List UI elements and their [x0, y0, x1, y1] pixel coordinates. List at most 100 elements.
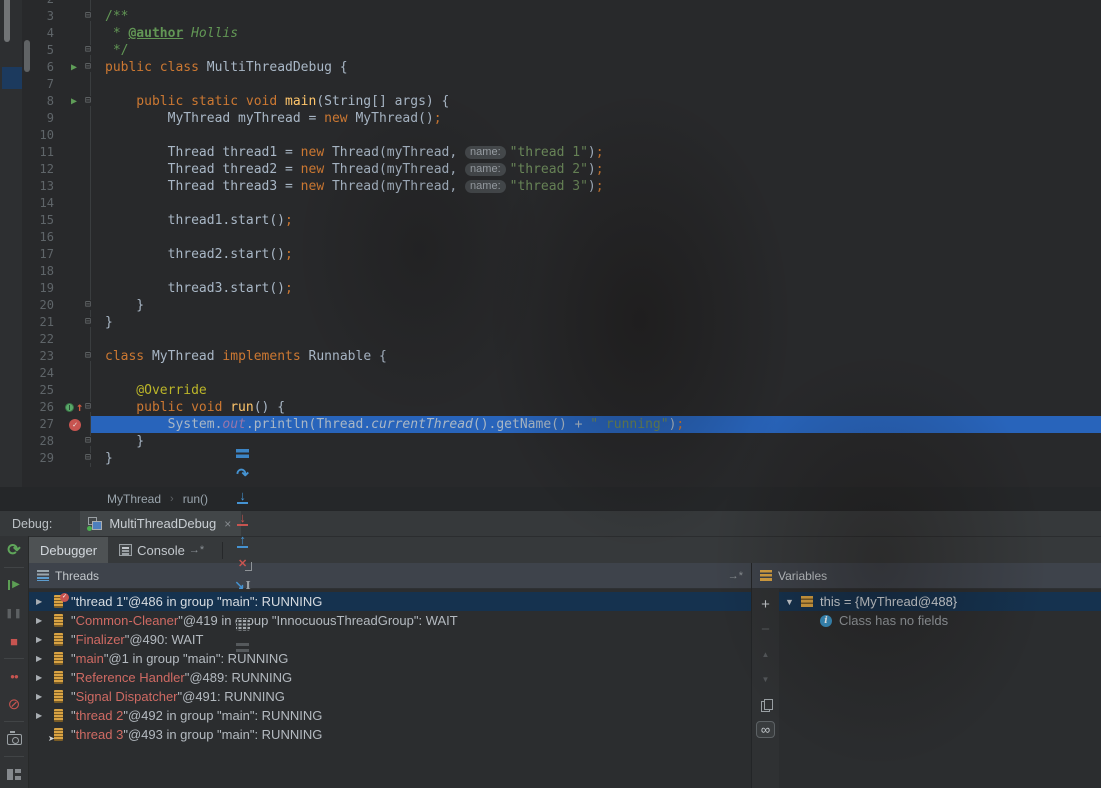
fold-marker-icon[interactable]: ⊟ [85, 300, 91, 310]
thread-label: "thread 3"@493 in group "main": RUNNING [71, 727, 322, 742]
code-line-17[interactable]: 17 thread2.start(); [22, 246, 1101, 263]
fold-marker-icon[interactable]: ⊟ [85, 453, 91, 463]
thread-dump-camera-button[interactable] [3, 728, 25, 750]
scrollbar-thumb[interactable] [4, 0, 10, 42]
move-up-button[interactable]: ▲ [756, 644, 776, 664]
debug-session-tab[interactable]: MultiThreadDebug × [80, 511, 241, 537]
breadcrumb-class[interactable]: MyThread [107, 492, 161, 506]
code-line-23[interactable]: 23⊟class MyThread implements Runnable { [22, 348, 1101, 365]
line-number: 21 [22, 314, 62, 331]
fold-marker-icon[interactable]: ⊟ [85, 45, 91, 55]
code-line-14[interactable]: 14 [22, 195, 1101, 212]
evaluate-expression-button[interactable] [230, 614, 255, 636]
step-out-button[interactable]: ↑ [230, 530, 255, 552]
thread-row[interactable]: ➤"thread 3"@493 in group "main": RUNNING [29, 725, 751, 744]
code-line-2[interactable]: 2 [22, 0, 1101, 8]
thread-row[interactable]: ▶"Reference Handler"@489: RUNNING [29, 668, 751, 687]
remove-watch-button[interactable]: − [756, 619, 776, 639]
code-editor[interactable]: 23⊟/**4 * @author Hollis5⊟ */6▶⊟public c… [0, 0, 1101, 487]
chevron-down-icon[interactable]: ▼ [785, 597, 801, 607]
chevron-right-icon[interactable]: ▶ [36, 673, 53, 682]
fold-marker-icon[interactable]: ⊟ [85, 317, 91, 327]
chevron-right-icon[interactable]: ▶ [36, 597, 53, 606]
chevron-right-icon[interactable]: ▶ [36, 711, 53, 720]
rerun-button[interactable]: ⟳ [3, 539, 25, 561]
code-line-9[interactable]: 9 MyThread myThread = new MyThread(); [22, 110, 1101, 127]
code-line-19[interactable]: 19 thread3.start(); [22, 280, 1101, 297]
code-line-25[interactable]: 25 @Override [22, 382, 1101, 399]
code-line-21[interactable]: 21⊟} [22, 314, 1101, 331]
tab-debugger[interactable]: Debugger [29, 537, 108, 564]
code-line-29[interactable]: 29⊟} [22, 450, 1101, 467]
gutter-scrollbar-thumb[interactable] [24, 40, 30, 72]
code-line-16[interactable]: 16 [22, 229, 1101, 246]
thread-row[interactable]: ▶✓"thread 1"@486 in group "main": RUNNIN… [29, 592, 751, 611]
jump-to-source-icon[interactable]: →* [728, 570, 743, 582]
code-line-10[interactable]: 10 [22, 127, 1101, 144]
code-line-12[interactable]: 12 Thread thread2 = new Thread(myThread,… [22, 161, 1101, 178]
code-line-22[interactable]: 22 [22, 331, 1101, 348]
move-down-button[interactable]: ▼ [756, 669, 776, 689]
view-breakpoints-button[interactable]: ●● [3, 665, 25, 687]
execution-point-icon[interactable]: ↑ [76, 399, 83, 416]
breakpoint-icon[interactable]: ✓ [69, 419, 81, 431]
mute-breakpoints-button[interactable]: ⊘ [3, 693, 25, 715]
code-line-15[interactable]: 15 thread1.start(); [22, 212, 1101, 229]
fold-marker-icon[interactable]: ⊟ [85, 351, 91, 361]
code-line-6[interactable]: 6▶⊟public class MultiThreadDebug { [22, 59, 1101, 76]
code-line-28[interactable]: 28⊟ } [22, 433, 1101, 450]
thread-row[interactable]: ▶ "Finalizer"@490: WAIT [29, 630, 751, 649]
thread-row[interactable]: ▶"thread 2"@492 in group "main": RUNNING [29, 706, 751, 725]
execution-point-icon[interactable] [65, 403, 74, 412]
fold-marker-icon[interactable]: ⊟ [85, 11, 91, 21]
run-method-icon[interactable]: ▶ [71, 93, 77, 110]
drop-frame-button[interactable]: ✕ [230, 552, 255, 574]
code-line-7[interactable]: 7 [22, 76, 1101, 93]
pause-button[interactable]: ❚❚ [3, 602, 25, 624]
fold-marker-icon[interactable]: ⊟ [85, 402, 91, 412]
show-execution-point-button[interactable] [230, 442, 255, 464]
fold-marker-icon[interactable]: ⊟ [85, 96, 91, 106]
run-to-cursor-button[interactable]: ↘I [230, 574, 255, 596]
code-line-20[interactable]: 20⊟ } [22, 297, 1101, 314]
thread-label: "Finalizer"@490: WAIT [71, 632, 204, 647]
code-line-4[interactable]: 4 * @author Hollis [22, 25, 1101, 42]
chevron-right-icon[interactable]: ▶ [36, 635, 53, 644]
variable-row-this[interactable]: ▼ this = {MyThread@488} [779, 592, 1101, 611]
tab-console[interactable]: Console →* [108, 537, 215, 564]
force-step-into-button[interactable]: ↓ [230, 508, 255, 530]
step-into-button[interactable]: ↓ [230, 486, 255, 508]
chevron-right-icon[interactable]: ▶ [36, 654, 53, 663]
duplicate-button[interactable] [756, 694, 776, 714]
thread-label: "thread 1"@486 in group "main": RUNNING [71, 594, 322, 609]
show-return-values-button[interactable]: ∞ [756, 719, 776, 739]
step-over-button[interactable]: ↷ [230, 464, 255, 486]
add-watch-button[interactable]: + [756, 594, 776, 614]
chevron-right-icon[interactable]: ▶ [36, 616, 53, 625]
code-line-8[interactable]: 8▶⊟ public static void main(String[] arg… [22, 93, 1101, 110]
code-text: Thread thread2 = new Thread(myThread, na… [105, 161, 1101, 178]
thread-row[interactable]: ▶"Common-Cleaner"@419 in group "Innocuou… [29, 611, 751, 630]
run-method-icon[interactable]: ▶ [71, 59, 77, 76]
code-text: public void run() { [105, 399, 1101, 416]
chevron-right-icon[interactable]: ▶ [36, 692, 53, 701]
code-line-24[interactable]: 24 [22, 365, 1101, 382]
layout-settings-button[interactable] [230, 636, 255, 658]
code-line-3[interactable]: 3⊟/** [22, 8, 1101, 25]
code-line-18[interactable]: 18 [22, 263, 1101, 280]
breadcrumb-method[interactable]: run() [183, 492, 208, 506]
fold-marker-icon[interactable]: ⊟ [85, 62, 91, 72]
resume-button[interactable]: ▶ [3, 574, 25, 596]
thread-row[interactable]: ▶"Signal Dispatcher"@491: RUNNING [29, 687, 751, 706]
fold-marker-icon[interactable]: ⊟ [85, 436, 91, 446]
restore-layout-button[interactable] [3, 763, 25, 785]
stop-button[interactable]: ■ [3, 630, 25, 652]
code-line-11[interactable]: 11 Thread thread1 = new Thread(myThread,… [22, 144, 1101, 161]
code-line-13[interactable]: 13 Thread thread3 = new Thread(myThread,… [22, 178, 1101, 195]
code-line-26[interactable]: 26↑⊟ public void run() { [22, 399, 1101, 416]
thread-row[interactable]: ▶"main"@1 in group "main": RUNNING [29, 649, 751, 668]
variables-info-row: i Class has no fields [779, 611, 1101, 630]
code-line-5[interactable]: 5⊟ */ [22, 42, 1101, 59]
fold-column [90, 25, 105, 42]
code-line-27[interactable]: 27✓ System.out.println(Thread.currentThr… [22, 416, 1101, 433]
